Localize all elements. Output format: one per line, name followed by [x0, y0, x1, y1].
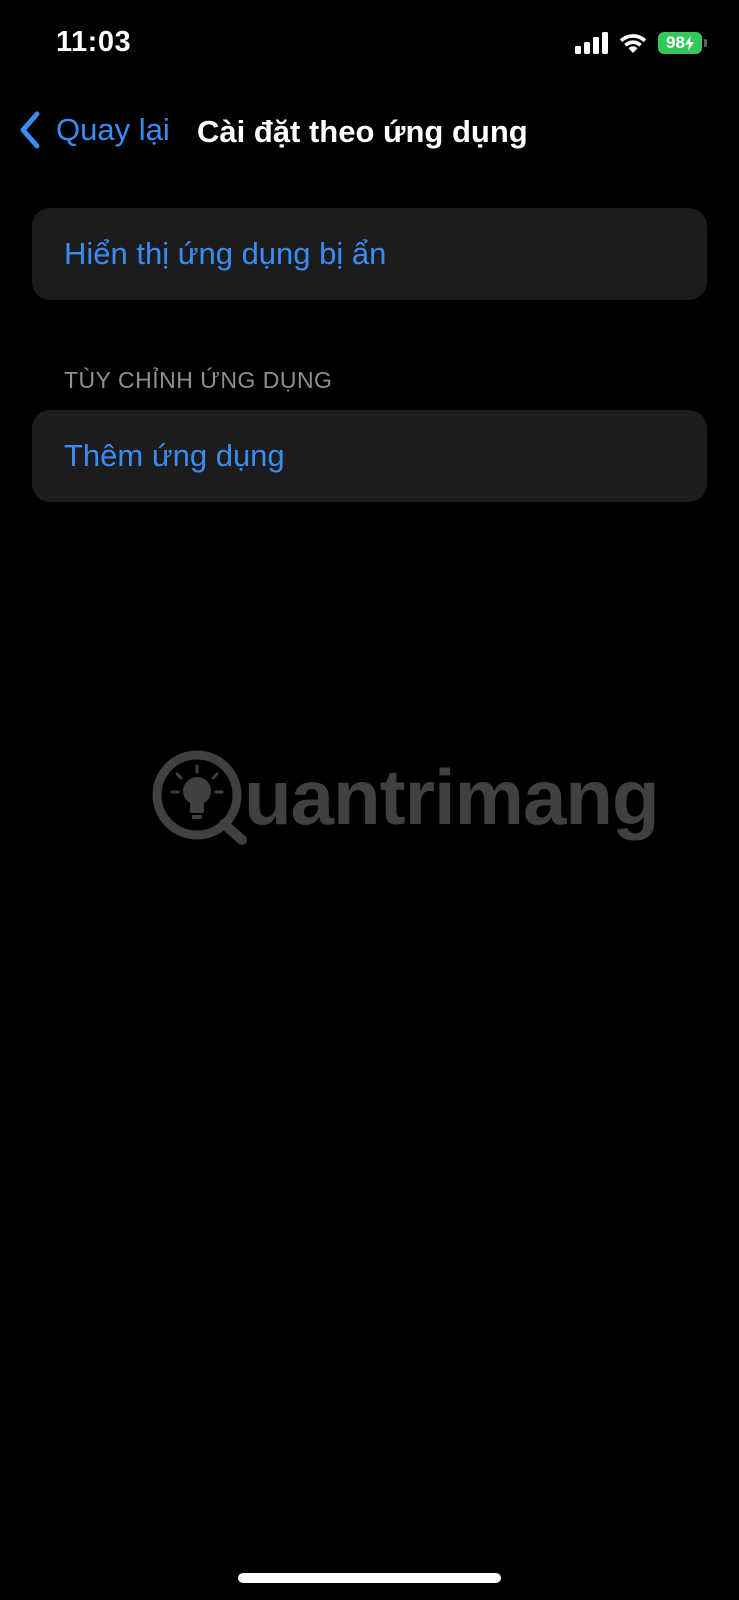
home-indicator[interactable]: [238, 1573, 501, 1583]
status-bar: 11:03 98: [0, 0, 739, 90]
back-label: Quay lại: [56, 112, 170, 147]
status-time: 11:03: [56, 26, 132, 58]
chevron-left-icon: [20, 111, 40, 149]
battery-tip: [704, 39, 707, 47]
battery-level: 98: [658, 32, 702, 54]
show-hidden-apps-label: Hiển thị ứng dụng bị ẩn: [64, 236, 387, 271]
battery-icon: 98: [658, 32, 707, 54]
navigation-bar: Quay lại Cài đặt theo ứng dụng: [0, 100, 739, 160]
page-title: Cài đặt theo ứng dụng: [197, 114, 528, 149]
lightbulb-icon: [152, 750, 247, 845]
watermark: uantrimang: [150, 748, 660, 846]
show-hidden-apps-button[interactable]: Hiển thị ứng dụng bị ẩn: [32, 208, 707, 300]
section-header-customize-apps: TÙY CHỈNH ỨNG DỤNG: [64, 367, 333, 393]
add-app-button[interactable]: Thêm ứng dụng: [32, 410, 707, 502]
back-button[interactable]: Quay lại: [16, 110, 170, 150]
battery-percent: 98: [666, 33, 685, 52]
charging-bolt-icon: [684, 35, 694, 51]
signal-icon: [575, 32, 608, 54]
watermark-text: uantrimang: [244, 753, 660, 841]
wifi-icon: [619, 34, 647, 53]
add-app-label: Thêm ứng dụng: [64, 438, 285, 473]
status-icons: 98: [575, 32, 707, 54]
